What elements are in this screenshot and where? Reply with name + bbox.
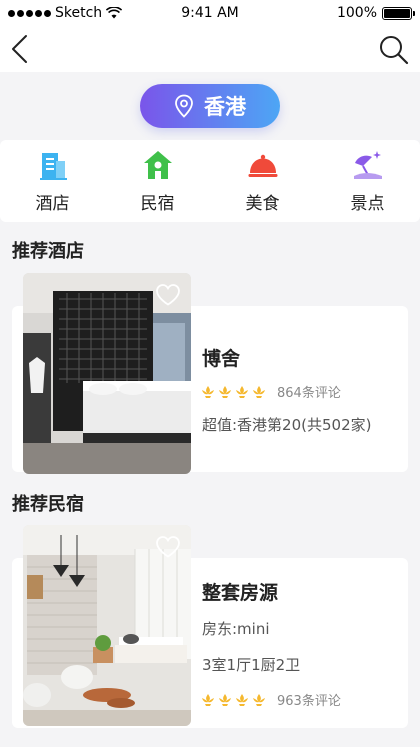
homestay-photo [23,525,191,726]
food-icon [248,154,277,177]
homestay-name: 整套房源 [202,582,279,604]
homestay-rating: 963条评论 [201,690,341,709]
battery-info: 100% [336,5,415,21]
category-hotel[interactable]: 酒店 [13,149,93,214]
homestay-host: 房东:mini [202,620,270,638]
category-label: 酒店 [35,193,70,214]
hotel-rating: 864条评论 [201,382,341,401]
signal-icon [8,9,51,17]
chevron-left-icon [12,35,27,63]
homestay-card[interactable]: 整套房源 房东:mini 3室1厅1厨2卫 963条评论 [12,525,408,728]
category-scenic[interactable]: 景点 [328,149,408,214]
battery-percent: 100% [336,5,377,21]
category-bar: 酒店 民宿 美食 景点 [0,140,420,222]
rating-flower-icon [219,693,231,706]
homestays-section-title: 推荐民宿 [12,494,84,515]
category-label: 景点 [350,193,385,214]
hotels-section-title: 推荐酒店 [12,241,84,262]
category-food[interactable]: 美食 [223,149,303,214]
carrier-name: Sketch [55,5,103,21]
location-selector[interactable]: 香港 [140,84,280,128]
hotel-rank: 超值:香港第20(共502家) [202,416,372,434]
scenic-icon [353,150,382,179]
hotel-icon [39,152,67,180]
rating-flower-icon [236,693,248,706]
hotel-name: 博舍 [202,348,241,370]
hotel-photo [23,273,191,474]
hotel-review-count: 864条评论 [277,386,341,401]
location-pin-icon [175,94,193,118]
favorite-heart-icon[interactable] [155,283,181,307]
guesthouse-icon [143,150,172,179]
status-bar: Sketch 9:41 AM 100% [0,0,420,26]
category-label: 民宿 [140,193,175,214]
wifi-icon [106,7,123,19]
back-button[interactable] [6,30,38,68]
homestay-layout: 3室1厅1厨2卫 [202,656,301,674]
category-homestay[interactable]: 民宿 [118,149,198,214]
rating-flower-icon [202,385,214,398]
category-label: 美食 [245,193,280,214]
rating-flower-icon [236,385,248,398]
nav-bar [0,26,420,72]
location-city: 香港 [204,95,246,119]
battery-icon [382,6,415,20]
search-icon [380,36,409,65]
rating-flower-icon [253,385,265,398]
favorite-heart-icon[interactable] [155,535,181,559]
search-button[interactable] [376,30,412,68]
hotel-card[interactable]: 博舍 864条评论 超值:香港第20(共502家) [12,273,408,474]
carrier-info: Sketch [8,5,123,21]
rating-flower-icon [253,693,265,706]
homestay-review-count: 963条评论 [277,694,341,709]
rating-flower-icon [219,385,231,398]
rating-flower-icon [202,693,214,706]
